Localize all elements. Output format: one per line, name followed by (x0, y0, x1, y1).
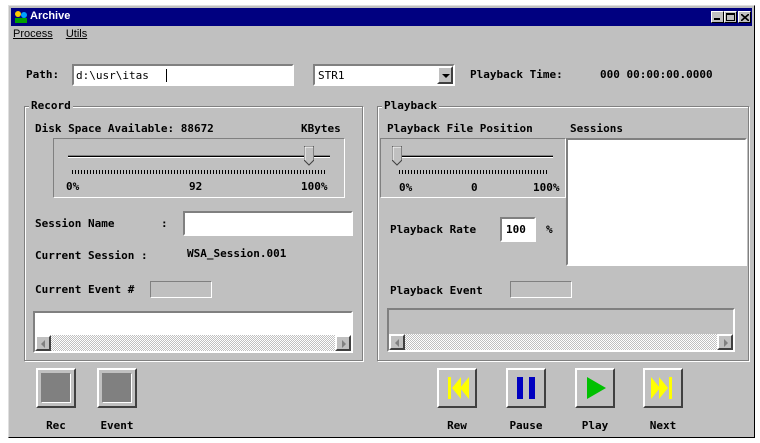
session-name-label: Session Name (35, 217, 115, 230)
playback-file-position-label: Playback File Position (387, 122, 533, 135)
playback-rate-value: 100 (506, 223, 526, 236)
playback-slider-thumb[interactable] (392, 146, 402, 166)
arrow-right-icon (342, 340, 346, 348)
playback-slider-min-label: 0% (399, 181, 413, 194)
playback-time-value: 000 00:00:00.0000 (600, 68, 713, 81)
rec-button[interactable] (36, 368, 76, 408)
playback-rate-unit: % (546, 223, 553, 236)
current-session-label: Current Session : (35, 249, 148, 262)
session-name-colon: : (161, 217, 168, 230)
current-event-field (150, 281, 212, 298)
playback-slider-track (393, 155, 553, 158)
disk-slider-max-label: 100% (301, 180, 328, 193)
event-button-label: Event (100, 419, 134, 432)
close-icon (741, 14, 749, 21)
playback-rate-label: Playback Rate (390, 223, 477, 236)
menu-process[interactable]: Process (13, 28, 53, 40)
disk-slider-ticks (72, 170, 326, 174)
pause-button-label: Pause (509, 419, 543, 432)
playback-position-slider[interactable]: 0% 0 100% (380, 138, 566, 198)
pause-button[interactable] (506, 368, 546, 408)
play-button[interactable] (575, 368, 615, 408)
stream-select-value: STR1 (318, 69, 345, 82)
minimize-button[interactable] (711, 11, 724, 23)
playback-slider-max-label: 100% (533, 181, 560, 194)
disk-slider-thumb[interactable] (304, 146, 315, 166)
disk-slider-min-label: 0% (66, 180, 80, 193)
session-name-input[interactable] (183, 211, 353, 236)
playback-log-scrollbar[interactable] (389, 334, 733, 350)
maximize-icon (726, 13, 735, 21)
path-label: Path: (26, 68, 60, 81)
pause-icon (517, 377, 535, 399)
close-button[interactable] (738, 11, 751, 23)
stop-square-icon (102, 373, 132, 403)
path-input-value: d:\usr\itas (76, 69, 149, 82)
next-icon (651, 377, 672, 399)
record-log-scrollbar[interactable] (35, 335, 351, 351)
scroll-left-button[interactable] (389, 334, 405, 350)
disk-slider-track (68, 155, 330, 158)
minimize-icon (714, 18, 720, 20)
record-log-box[interactable] (33, 311, 353, 353)
current-event-label: Current Event # (35, 283, 135, 296)
stop-square-icon (41, 373, 71, 403)
scroll-right-button[interactable] (335, 335, 351, 351)
sessions-list[interactable] (566, 138, 747, 266)
play-button-label: Play (581, 419, 609, 432)
sessions-label: Sessions (570, 122, 623, 135)
stream-dropdown-button[interactable] (437, 66, 453, 84)
stream-select[interactable]: STR1 (313, 64, 455, 86)
rewind-icon (442, 373, 472, 403)
arrow-left-icon (395, 339, 399, 347)
menu-utils[interactable]: Utils (66, 28, 87, 40)
record-group-title: Record (29, 99, 73, 112)
playback-time-label: Playback Time: (470, 68, 563, 81)
play-icon (587, 377, 606, 399)
disk-space-label: Disk Space Available: 88672 (35, 122, 214, 135)
menu-bar: Process Utils (13, 28, 97, 44)
scroll-right-button[interactable] (717, 334, 733, 350)
archive-app-icon (15, 11, 27, 23)
next-button-label: Next (649, 419, 677, 432)
playback-rate-input[interactable]: 100 (500, 217, 536, 242)
maximize-button[interactable] (724, 11, 737, 23)
title-bar[interactable]: Archive (11, 8, 752, 26)
rew-button-label: Rew (447, 419, 467, 432)
arrow-right-icon (724, 339, 728, 347)
text-cursor (166, 69, 167, 82)
disk-space-slider[interactable]: 0% 92 100% (53, 138, 345, 198)
rec-button-label: Rec (46, 419, 66, 432)
playback-event-label: Playback Event (390, 284, 483, 297)
chevron-down-icon (442, 74, 450, 78)
playback-event-field (510, 281, 572, 298)
arrow-left-icon (41, 340, 45, 348)
disk-space-unit: KBytes (301, 122, 341, 135)
window-title: Archive (30, 10, 71, 22)
playback-slider-value-label: 0 (471, 181, 478, 194)
event-button[interactable] (97, 368, 137, 408)
next-button[interactable] (643, 368, 683, 408)
disk-slider-value-label: 92 (189, 180, 203, 193)
playback-slider-ticks (399, 170, 547, 174)
current-session-value: WSA_Session.001 (187, 247, 287, 260)
playback-group-title: Playback (382, 99, 439, 112)
playback-log-box[interactable] (387, 308, 735, 352)
scroll-left-button[interactable] (35, 335, 51, 351)
archive-window: Archive Process Utils Path: d:\usr\itas … (8, 5, 755, 438)
path-input[interactable]: d:\usr\itas (72, 64, 294, 86)
rew-button[interactable] (437, 368, 477, 408)
